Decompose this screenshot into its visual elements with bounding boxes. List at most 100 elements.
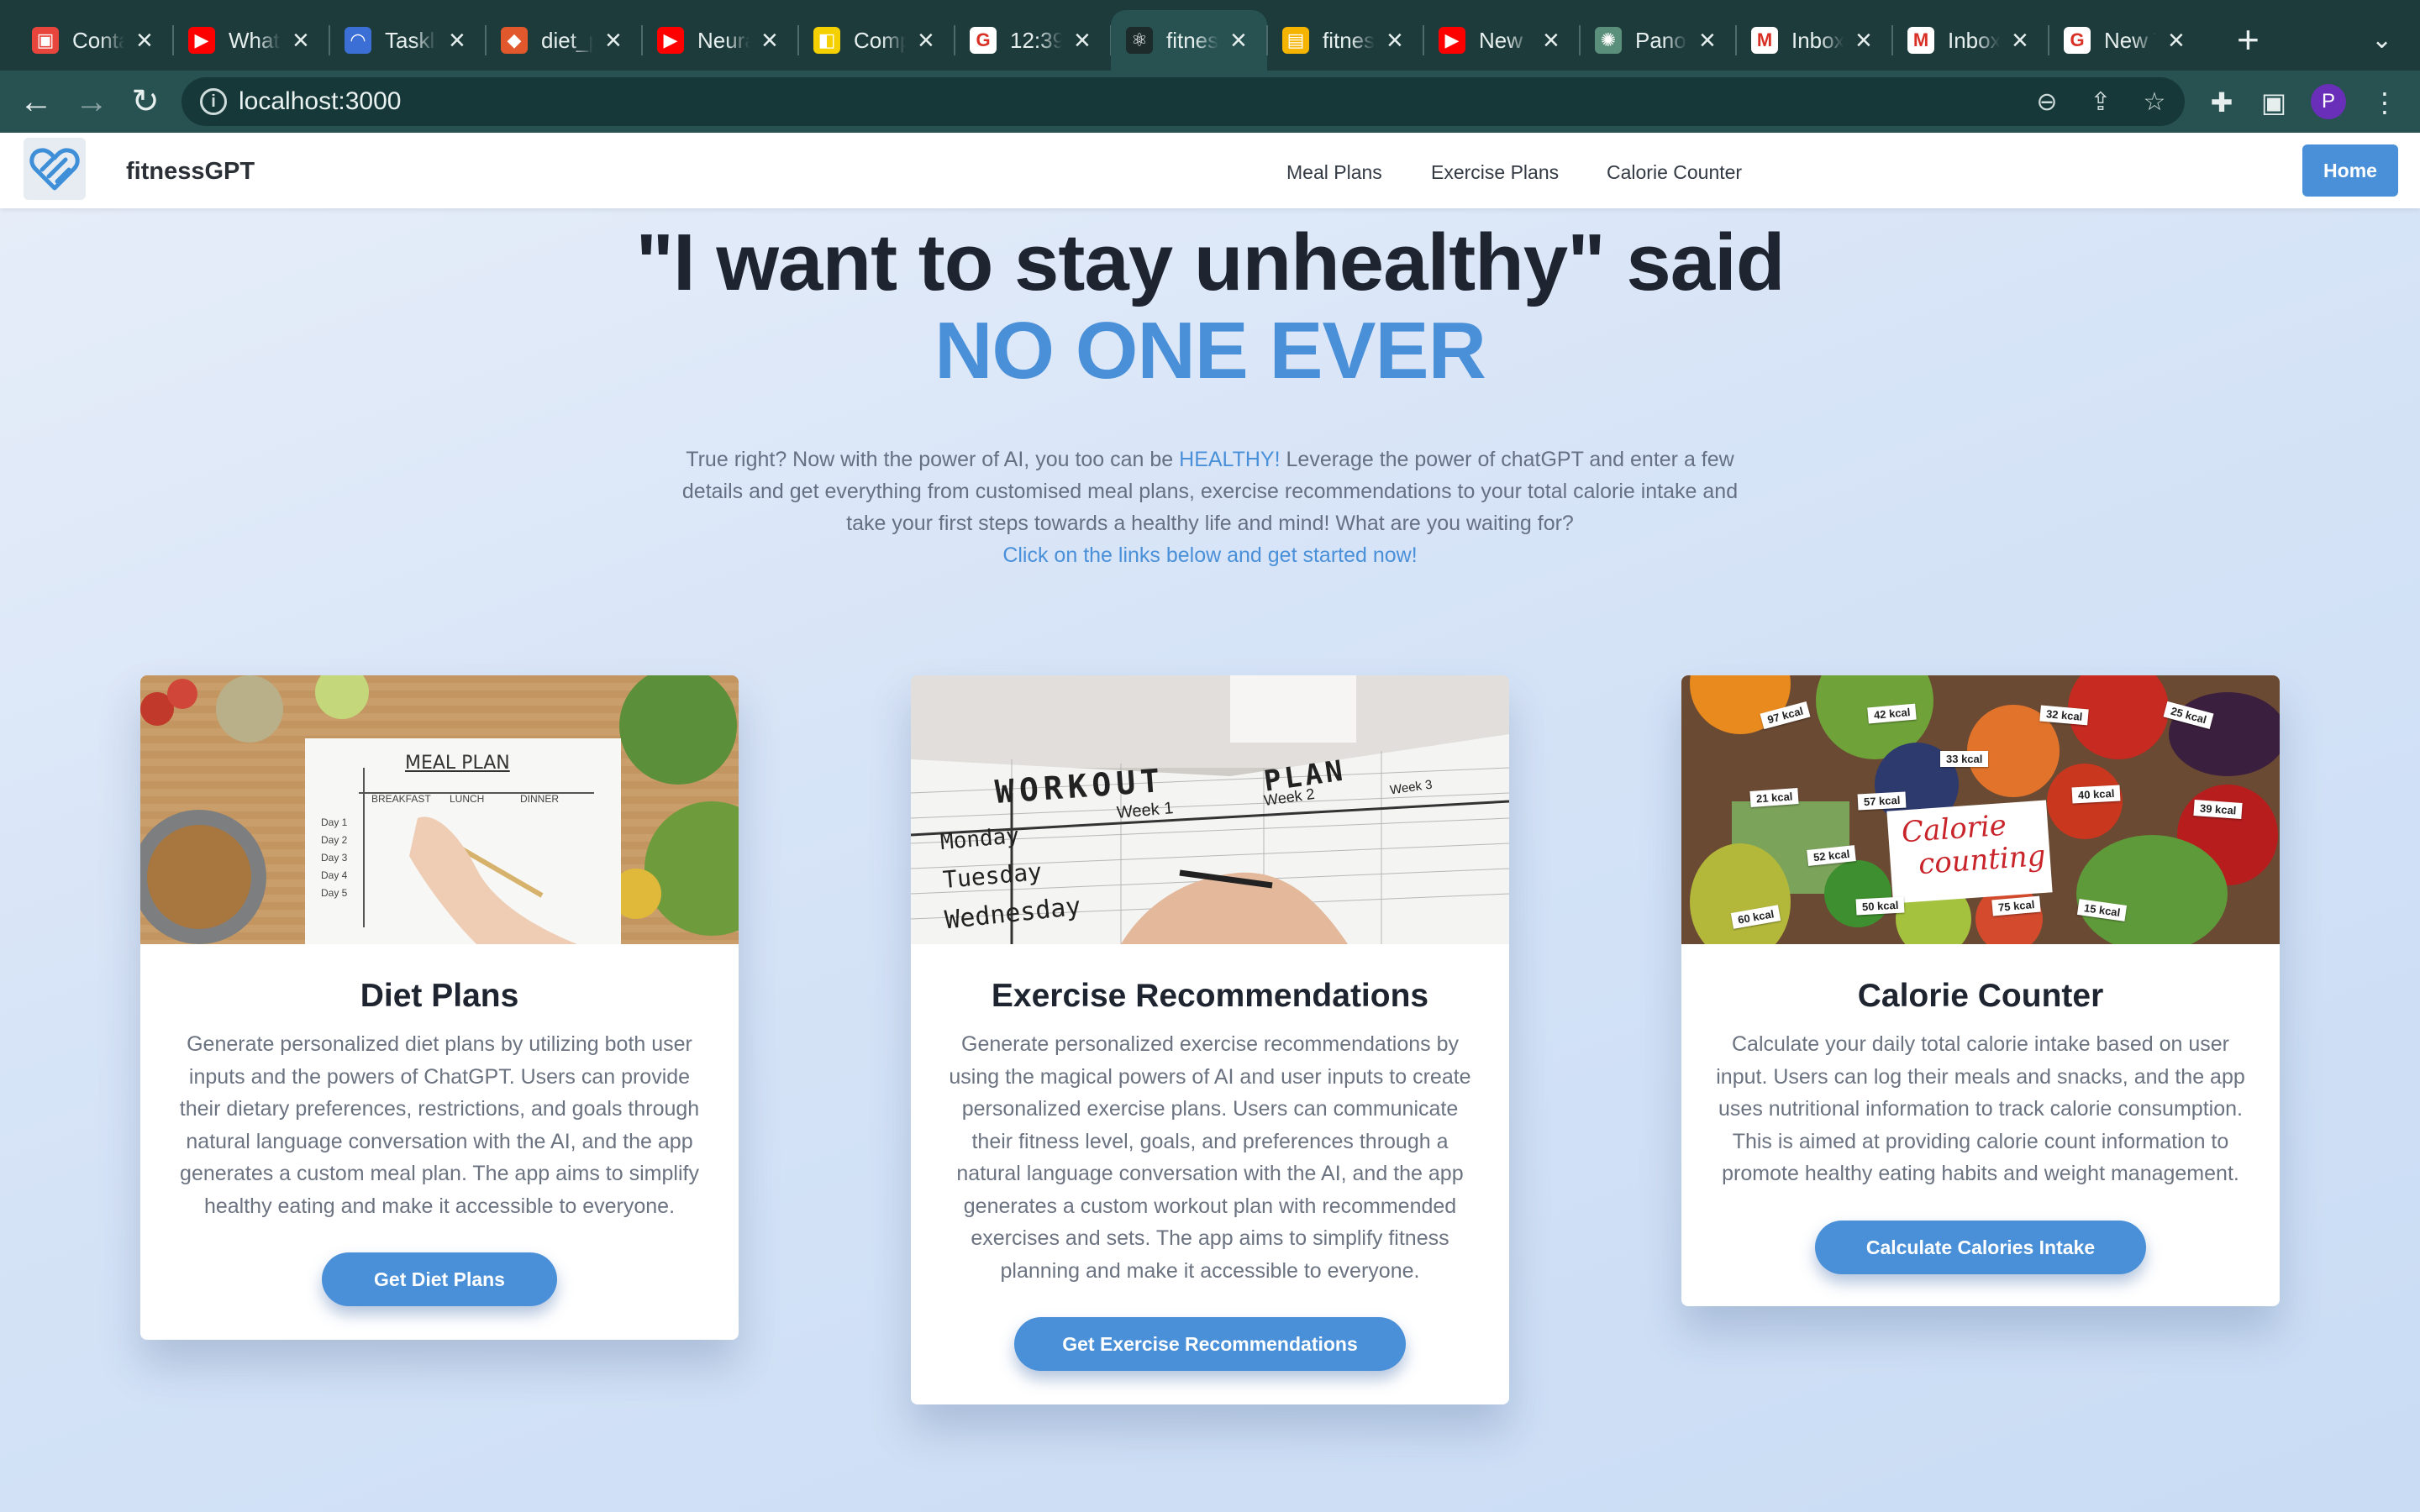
tab-close-icon[interactable]: × (1855, 26, 1872, 55)
kcal-tag: 57 kcal (1857, 791, 1907, 811)
tab-title: New Tab (2104, 27, 2156, 53)
get-exercise-recommendations-button[interactable]: Get Exercise Recommendations (1014, 1317, 1406, 1371)
tab-title: Tasklist (385, 27, 437, 53)
browser-tab[interactable]: M Inbox × (1892, 10, 2049, 71)
tab-close-icon[interactable]: × (1230, 26, 1247, 55)
page-viewport: fitnessGPT Meal Plans Exercise Plans Cal… (0, 133, 2420, 1512)
tab-favicon-icon: ▣ (32, 27, 59, 54)
card-description: Generate personalized diet plans by util… (179, 1032, 700, 1218)
tab-close-icon[interactable]: × (605, 26, 622, 55)
browser-tab[interactable]: ✺ Panorama × (1580, 10, 1736, 71)
tab-favicon-icon: ▤ (1282, 27, 1309, 54)
tab-close-icon[interactable]: × (449, 26, 466, 55)
fitnessgpt-logo-icon[interactable] (24, 138, 86, 200)
card-calorie-counter: Calorie counting 97 kcal 42 kcal 32 kcal 25… (1681, 675, 2280, 1306)
tab-favicon-icon: M (1751, 27, 1778, 54)
browser-tab[interactable]: M Inbox × (1736, 10, 1892, 71)
tab-favicon-icon: ▶ (657, 27, 684, 54)
browser-tab[interactable]: ▶ New × (1423, 10, 1580, 71)
tab-title: Neural (697, 27, 750, 53)
profile-avatar[interactable]: P (2311, 84, 2346, 119)
tab-title: What (229, 27, 280, 53)
hero-headline-accent: NO ONE EVER (934, 306, 1486, 396)
tab-title: diet_planner (541, 27, 593, 53)
tab-favicon-icon: ◧ (813, 27, 840, 54)
browser-tab-strip: + ⌄ ▣ Contacts × ▶ What × ◠ Tasklist × ◆ diet_plan… (0, 0, 2420, 71)
side-panel-icon[interactable]: ▣ (2255, 84, 2292, 121)
browser-tab[interactable]: ◆ diet_planner × (486, 10, 642, 71)
site-header: fitnessGPT Meal Plans Exercise Plans Cal… (0, 133, 2420, 208)
extensions-puzzle-icon[interactable]: ✚ (2203, 84, 2240, 121)
tab-favicon-icon: G (2064, 27, 2091, 54)
tab-close-icon[interactable]: × (2012, 26, 2028, 55)
browser-tab[interactable]: ▤ fitness × (1267, 10, 1423, 71)
kcal-tag: 50 kcal (1855, 896, 1905, 916)
tab-close-icon[interactable]: × (761, 26, 778, 55)
card-title: Calorie Counter (1857, 978, 2104, 1014)
tab-favicon-icon: ◆ (501, 27, 528, 54)
site-info-icon[interactable]: i (200, 88, 227, 115)
nav-meal-plans[interactable]: Meal Plans (1286, 161, 1382, 184)
forward-arrow-icon[interactable]: → (71, 81, 113, 123)
tab-title: Comp (854, 27, 906, 53)
tab-close-icon[interactable]: × (2168, 26, 2185, 55)
kcal-tag: 39 kcal (2193, 800, 2243, 819)
tab-close-icon[interactable]: × (918, 26, 934, 55)
workout-plan-image: WORKOUT PLAN Week 1 Week 2 Week 3 Monday… (911, 675, 1509, 944)
browser-tab[interactable]: ▣ Contacts × (17, 10, 173, 71)
brand-name[interactable]: fitnessGPT (126, 158, 255, 186)
tab-title: Inbox (1791, 27, 1844, 53)
get-diet-plans-button[interactable]: Get Diet Plans (322, 1252, 557, 1306)
intro-highlight: HEALTHY! (1179, 448, 1281, 471)
tab-favicon-icon: ▶ (1439, 27, 1465, 54)
tab-title: Inbox (1948, 27, 2000, 53)
tab-title: New (1479, 27, 1523, 53)
address-bar[interactable]: i localhost:3000 ⊖ ⇪ ☆ (182, 77, 2185, 126)
tab-title: Panorama (1635, 27, 1687, 53)
browser-tab[interactable]: ◠ Tasklist × (329, 10, 486, 71)
zoom-out-icon[interactable]: ⊖ (2030, 86, 2064, 119)
tab-close-icon[interactable]: × (292, 26, 309, 55)
intro-cta: Click on the links below and get started… (1002, 543, 1418, 567)
nav-calorie-counter[interactable]: Calorie Counter (1607, 161, 1742, 184)
tab-title: 12:39 (1010, 27, 1062, 53)
calculate-calories-intake-button[interactable]: Calculate Calories Intake (1815, 1220, 2146, 1274)
calorie-counting-image: Calorie counting 97 kcal 42 kcal 32 kcal 25… (1681, 675, 2280, 944)
share-icon[interactable]: ⇪ (2084, 86, 2118, 119)
tab-favicon-icon: M (1907, 27, 1934, 54)
tab-favicon-icon: G (970, 27, 997, 54)
browser-tab[interactable]: G 12:39 × (955, 10, 1111, 71)
tab-favicon-icon: ▶ (188, 27, 215, 54)
tab-title: fitnessGPT (1166, 27, 1218, 53)
browser-tab[interactable]: ⚛ fitnessGPT × (1111, 10, 1267, 71)
nav-exercise-plans[interactable]: Exercise Plans (1431, 161, 1559, 184)
tab-close-icon[interactable]: × (136, 26, 153, 55)
tab-close-icon[interactable]: × (1699, 26, 1716, 55)
back-arrow-icon[interactable]: ← (15, 81, 57, 123)
bookmark-star-icon[interactable]: ☆ (2138, 86, 2171, 119)
browser-toolbar: ← → ↻ i localhost:3000 ⊖ ⇪ ☆ ✚ ▣ P ⋮ (0, 71, 2420, 133)
intro-text-1: True right? Now with the power of AI, yo… (686, 448, 1180, 471)
browser-menu-icon[interactable]: ⋮ (2366, 84, 2403, 121)
new-tab-button[interactable]: + (2237, 20, 2260, 59)
tab-close-icon[interactable]: × (1074, 26, 1091, 55)
card-title: Diet Plans (360, 978, 519, 1014)
browser-tab[interactable]: G New Tab × (2049, 10, 2205, 71)
tab-favicon-icon: ⚛ (1126, 27, 1153, 54)
tab-close-icon[interactable]: × (1386, 26, 1403, 55)
kcal-tag: 40 kcal (2071, 785, 2121, 804)
browser-tab[interactable]: ▶ Neural × (642, 10, 798, 71)
hero-headline: "I want to stay unhealthy" said (635, 218, 1786, 307)
browser-tab[interactable]: ◧ Comp × (798, 10, 955, 71)
url-text[interactable]: localhost:3000 (239, 87, 401, 116)
tab-search-chevron-icon[interactable]: ⌄ (2371, 25, 2392, 55)
reload-icon[interactable]: ↻ (124, 81, 166, 123)
meal-plan-image: MEAL PLAN BREAKFAST LUNCH DINNER Day 1 D… (140, 675, 739, 944)
kcal-tag: 33 kcal (1940, 751, 1989, 767)
card-diet-plans: MEAL PLAN BREAKFAST LUNCH DINNER Day 1 D… (140, 675, 739, 1340)
tab-close-icon[interactable]: × (1543, 26, 1560, 55)
browser-tab[interactable]: ▶ What × (173, 10, 329, 71)
kcal-tag: 21 kcal (1749, 788, 1799, 807)
card-exercise-recommendations: WORKOUT PLAN Week 1 Week 2 Week 3 Monday… (911, 675, 1509, 1404)
home-button[interactable]: Home (2302, 144, 2398, 197)
